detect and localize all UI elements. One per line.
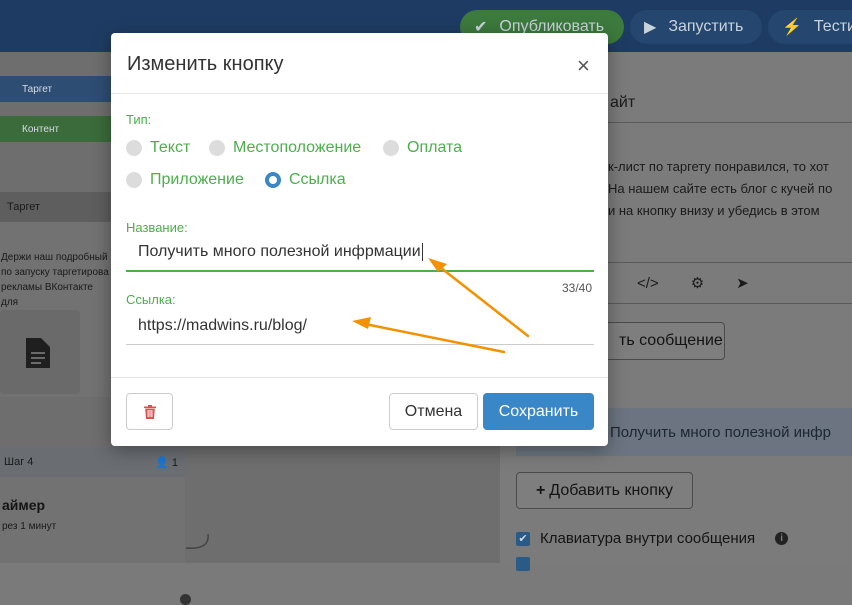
annotation-arrow [358,321,506,354]
annotation-arrow [434,262,530,338]
connector-dot[interactable] [180,594,191,605]
annotation-arrows [352,258,530,354]
arrowhead [352,317,371,329]
